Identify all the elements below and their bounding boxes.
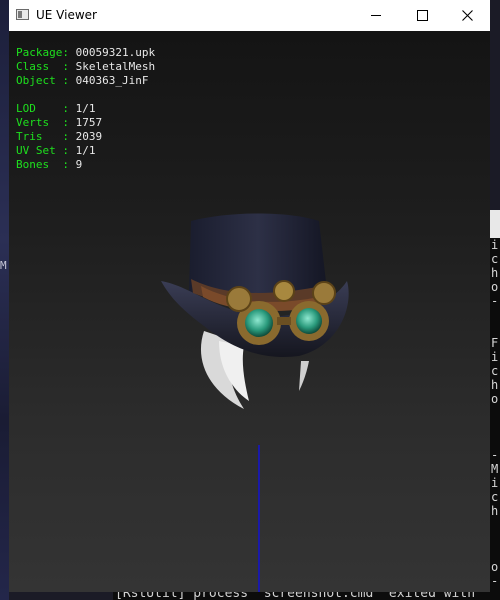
- info-label: Object :: [16, 74, 69, 87]
- console-line: i: [491, 476, 499, 490]
- info-value: 00059321.upk: [75, 46, 156, 59]
- desktop-label: M: [0, 259, 7, 272]
- console-line: h: [491, 266, 499, 280]
- console-line: o: [491, 560, 499, 574]
- info-row: [16, 88, 155, 102]
- app-icon: [16, 9, 29, 20]
- info-row: Bones : 9: [16, 158, 155, 172]
- close-button[interactable]: [444, 0, 490, 31]
- info-row: LOD : 1/1: [16, 102, 155, 116]
- top-hat-with-goggles-model[interactable]: [149, 211, 359, 411]
- console-scrollbar[interactable]: [490, 210, 500, 238]
- console-line: h: [491, 504, 499, 518]
- console-line: i: [491, 238, 499, 252]
- console-line: h: [491, 378, 499, 392]
- window-title: UE Viewer: [36, 8, 97, 22]
- info-label: LOD :: [16, 102, 69, 115]
- info-label: Package:: [16, 46, 69, 59]
- info-value: 1/1: [75, 144, 96, 157]
- info-label: Verts :: [16, 116, 69, 129]
- minimize-button[interactable]: [353, 0, 399, 31]
- title-bar[interactable]: UE Viewer: [9, 0, 490, 31]
- info-value: 2039: [75, 130, 103, 143]
- desktop-background: [0, 0, 9, 600]
- console-window-side: icho-Ficho-Micho-Mi: [490, 210, 500, 600]
- ue-viewer-window: UE Viewer Package: 00059321.upk Class : S…: [9, 0, 490, 592]
- info-row: Tris : 2039: [16, 130, 155, 144]
- console-line: -: [491, 294, 499, 308]
- console-line: -: [491, 574, 499, 588]
- minimize-icon: [371, 15, 381, 16]
- console-line: M: [491, 462, 499, 476]
- info-value: 9: [75, 158, 83, 171]
- info-row: Object : 040363_JinF: [16, 74, 155, 88]
- info-label: UV Set :: [16, 144, 69, 157]
- maximize-icon: [416, 10, 428, 21]
- info-label: Class :: [16, 60, 69, 73]
- console-line: c: [491, 252, 499, 266]
- info-row: Class : SkeletalMesh: [16, 60, 155, 74]
- info-label: Tris :: [16, 130, 69, 143]
- info-row: Verts : 1757: [16, 116, 155, 130]
- info-value: 1757: [75, 116, 103, 129]
- console-line: i: [491, 350, 499, 364]
- console-line: c: [491, 364, 499, 378]
- info-value: 1/1: [75, 102, 96, 115]
- 3d-viewport[interactable]: Package: 00059321.upk Class : SkeletalMes…: [9, 31, 490, 592]
- info-row: UV Set : 1/1: [16, 144, 155, 158]
- maximize-button[interactable]: [399, 0, 445, 31]
- info-label: Bones :: [16, 158, 69, 171]
- console-line: -: [491, 448, 499, 462]
- info-value: SkeletalMesh: [75, 60, 156, 73]
- console-line: o: [491, 392, 499, 406]
- info-value: 040363_JinF: [75, 74, 149, 87]
- close-icon: [461, 10, 473, 21]
- console-line: c: [491, 490, 499, 504]
- console-line: F: [491, 336, 499, 350]
- mesh-info-overlay: Package: 00059321.upk Class : SkeletalMes…: [16, 46, 155, 172]
- info-row: Package: 00059321.upk: [16, 46, 155, 60]
- console-line: o: [491, 280, 499, 294]
- z-axis-line: [258, 445, 260, 592]
